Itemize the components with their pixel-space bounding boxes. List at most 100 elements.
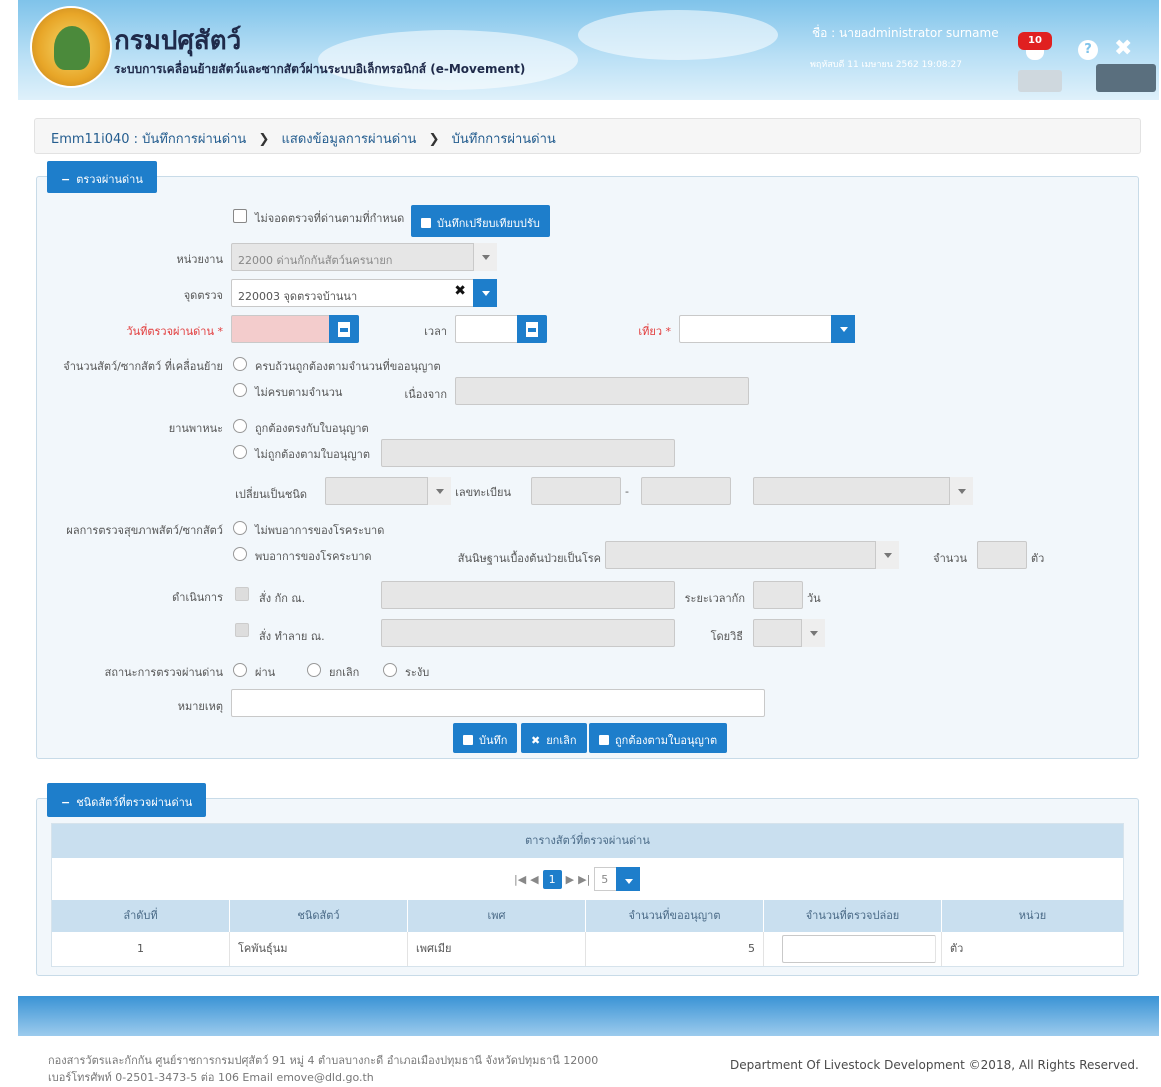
animal-unit-label: ตัว [1031, 552, 1045, 565]
date-input[interactable] [231, 315, 359, 343]
cloud-decoration [578, 10, 778, 60]
app-subtitle: ระบบการเคลื่อนย้ายสัตว์และซากสัตว์ผ่านระ… [114, 62, 526, 76]
column-header[interactable]: เพศ [408, 900, 586, 932]
calendar-icon[interactable] [329, 315, 359, 343]
notification-bell-icon[interactable]: 10 [1018, 32, 1052, 60]
trip-label: เที่ยว * [638, 325, 671, 338]
plate-label: เลขทะเบียน [455, 486, 511, 499]
unit-label: หน่วยงาน [176, 253, 223, 266]
released-amount-input[interactable] [782, 935, 936, 963]
not-at-checkpoint-checkbox[interactable] [233, 209, 247, 223]
animals-legend-label: ชนิดสัตว์ที่ตรวจผ่านด่าน [76, 796, 193, 809]
row-requested-amount: 5 [586, 932, 764, 966]
column-header[interactable]: ชนิดสัตว์ [230, 900, 408, 932]
footer-address-line: กองสารวัตรและกักกัน ศูนย์ราชการกรมปศุสัต… [48, 1054, 599, 1067]
column-header[interactable]: หน่วย [942, 900, 1123, 932]
chevron-down-icon[interactable] [616, 867, 641, 891]
destroy-checkbox[interactable] [235, 623, 249, 637]
chevron-down-icon[interactable] [831, 315, 855, 343]
last-page-icon[interactable]: ▶| [578, 873, 590, 886]
destroy-place-input[interactable] [381, 619, 675, 647]
health-bad-radio[interactable] [233, 547, 247, 561]
status-cancel-radio[interactable] [307, 663, 321, 677]
close-icon: ✖ [531, 734, 541, 747]
column-header[interactable]: จำนวนที่ขออนุญาต [586, 900, 764, 932]
chevron-down-icon[interactable] [875, 541, 899, 569]
province-select[interactable] [753, 477, 973, 505]
chevron-down-icon[interactable] [427, 477, 451, 505]
chevron-right-icon: ❯ [258, 132, 270, 147]
plate-number-input[interactable] [641, 477, 731, 505]
next-page-icon[interactable]: ▶ [566, 873, 574, 886]
main-content: Emm11i040 : บันทึกการผ่านด่าน ❯ แสดงข้อม… [18, 100, 1159, 996]
save-fine-button[interactable]: บันทึกเปรียบเทียบปรับ [411, 205, 550, 237]
change-type-label: เปลี่ยนเป็นชนิด [235, 488, 307, 501]
chevron-down-icon[interactable] [949, 477, 973, 505]
status-pass-radio[interactable] [233, 663, 247, 677]
count-incomplete-radio[interactable] [233, 383, 247, 397]
prev-page-icon[interactable]: ◀ [530, 873, 538, 886]
close-icon[interactable]: ✖ [1114, 36, 1132, 61]
status-suspend-radio[interactable] [383, 663, 397, 677]
vehicle-not-ok-label: ไม่ถูกต้องตามใบอนุญาต [255, 448, 370, 461]
count-complete-radio[interactable] [233, 357, 247, 371]
breadcrumb-item[interactable]: แสดงข้อมูลการผ่านด่าน [282, 132, 417, 147]
save-icon [599, 735, 609, 745]
plate-prefix-input[interactable] [531, 477, 621, 505]
current-page[interactable]: 1 [542, 869, 562, 889]
save-button[interactable]: บันทึก [453, 723, 518, 753]
save-fine-label: บันทึกเปรียบเทียบปรับ [437, 217, 540, 230]
vehicle-not-ok-radio[interactable] [233, 445, 247, 459]
method-select[interactable] [753, 619, 825, 647]
disease-select[interactable] [605, 541, 899, 569]
chevron-down-icon[interactable] [801, 619, 825, 647]
sick-amount-input[interactable] [977, 541, 1027, 569]
animals-legend-toggle[interactable]: − ชนิดสัตว์ที่ตรวจผ่านด่าน [47, 783, 207, 817]
vehicle-type-select[interactable] [325, 477, 451, 505]
date-label: วันที่ตรวจผ่านด่าน * [126, 325, 223, 338]
chevron-down-icon[interactable] [473, 279, 497, 307]
footer-contact-line: เบอร์โทรศัพท์ 0-2501-3473-5 ต่อ 106 Emai… [48, 1071, 374, 1084]
header-banner: กรมปศุสัตว์ ระบบการเคลื่อนย้ายสัตว์และซา… [18, 0, 1159, 100]
cancel-button[interactable]: ✖ ยกเลิก [521, 723, 587, 753]
count-incomplete-label: ไม่ครบตามจำนวน [255, 386, 343, 399]
clear-icon[interactable]: ✖ [454, 283, 466, 299]
match-license-button[interactable]: ถูกต้องตามใบอนุญาต [589, 723, 728, 753]
unit-select[interactable]: 22000 ด่านกักกันสัตว์นครนายก [231, 243, 497, 271]
vehicle-note-input[interactable] [381, 439, 675, 467]
footer-divider [18, 996, 1159, 1036]
chevron-down-icon[interactable] [473, 243, 497, 271]
checkpoint-select[interactable]: 220003 จุดตรวจบ้านนา ✖ [231, 279, 497, 307]
page-size-select[interactable]: 5 [594, 867, 641, 891]
save-icon [421, 218, 431, 228]
footer-address: กองสารวัตรและกักกัน ศูนย์ราชการกรมปศุสัต… [48, 1052, 688, 1086]
clock-icon[interactable] [517, 315, 547, 343]
status-pass-label: ผ่าน [255, 666, 276, 679]
time-input[interactable] [455, 315, 547, 343]
collapse-icon: − [61, 796, 71, 809]
remark-input[interactable] [231, 689, 765, 717]
column-header[interactable]: ลำดับที่ [52, 900, 230, 932]
because-input[interactable] [455, 377, 749, 405]
truck-illustration [1018, 70, 1062, 92]
breadcrumb-item[interactable]: Emm11i040 : บันทึกการผ่านด่าน [51, 132, 246, 147]
duration-input[interactable] [753, 581, 803, 609]
breadcrumb: Emm11i040 : บันทึกการผ่านด่าน ❯ แสดงข้อม… [34, 118, 1141, 154]
day-unit-label: วัน [807, 592, 821, 605]
vehicle-ok-radio[interactable] [233, 419, 247, 433]
column-header[interactable]: จำนวนที่ตรวจปล่อย [764, 900, 942, 932]
collapse-icon: − [61, 173, 71, 186]
save-icon [463, 735, 473, 745]
inspection-legend-toggle[interactable]: − ตรวจผ่านด่าน [47, 161, 157, 193]
because-label: เนื่องจาก [404, 388, 447, 401]
quarantine-checkbox[interactable] [235, 587, 249, 601]
table-header-row: ลำดับที่ ชนิดสัตว์ เพศ จำนวนที่ขออนุญาต … [52, 900, 1123, 932]
trip-select[interactable] [679, 315, 855, 343]
help-icon[interactable]: ? [1078, 40, 1098, 60]
table-row: 1 โคพันธุ์นม เพศเมีย 5 ตัว [52, 932, 1123, 966]
first-page-icon[interactable]: |◀ [514, 873, 526, 886]
health-ok-radio[interactable] [233, 521, 247, 535]
animals-table: ตารางสัตว์ที่ตรวจผ่านด่าน |◀ ◀ 1 ▶ ▶| 5 … [51, 823, 1124, 967]
quarantine-place-input[interactable] [381, 581, 675, 609]
vehicle-ok-label: ถูกต้องตรงกับใบอนุญาต [255, 422, 369, 435]
